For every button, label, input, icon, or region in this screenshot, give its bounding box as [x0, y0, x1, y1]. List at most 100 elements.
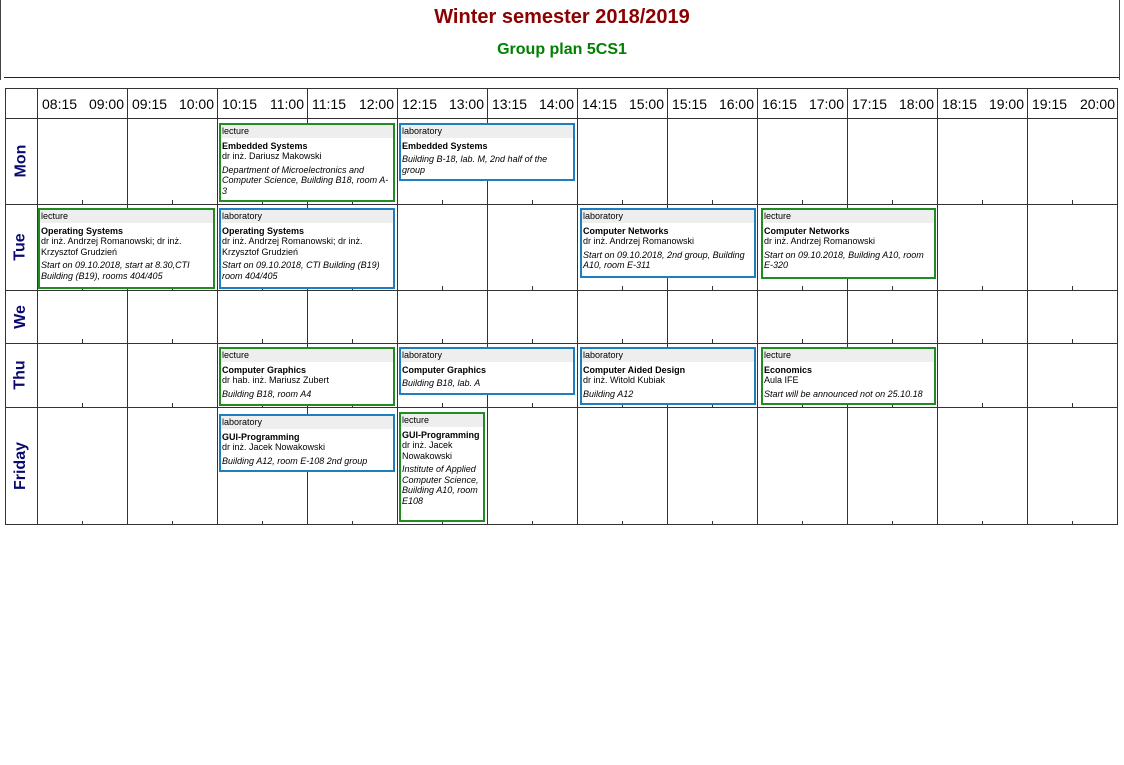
grid-tick — [622, 286, 623, 290]
event-card[interactable]: laboratory Computer Networks dr inż. Andrz… — [580, 208, 756, 278]
event-type: lecture — [221, 349, 393, 362]
day-label: We — [5, 290, 37, 343]
event-info: Start on 09.10.2018, start at 8.30,CTI B… — [41, 260, 190, 281]
event-card[interactable]: lecture Computer Networks dr inż. Andrzej … — [761, 208, 936, 279]
event-teacher: Aula IFE — [764, 375, 799, 385]
time-end: 19:00 — [988, 96, 1024, 112]
grid-tick — [802, 339, 803, 343]
column-divider — [757, 88, 758, 525]
time-end: 20:00 — [1079, 96, 1115, 112]
event-type: lecture — [401, 414, 483, 427]
event-subject: Computer Aided Design — [583, 364, 686, 375]
grid-tick — [982, 286, 983, 290]
grid-tick — [352, 521, 353, 525]
time-header: 12:15 13:00 — [397, 96, 487, 112]
event-teacher: dr inż. Andrzej Romanowski — [764, 236, 876, 246]
time-header: 09:15 10:00 — [127, 96, 217, 112]
event-card[interactable]: laboratory Embedded Systems Building B-18,… — [399, 123, 575, 181]
column-divider — [937, 88, 938, 525]
event-teacher: dr inż. Jacek Nowakowski — [402, 440, 453, 461]
grid-tick — [532, 339, 533, 343]
event-card[interactable]: laboratory Operating Systems dr inż. Andrz… — [219, 208, 395, 289]
event-card[interactable]: laboratory Computer Aided Design dr inż. W… — [580, 347, 756, 405]
time-start: 12:15 — [402, 96, 438, 112]
grid-tick — [82, 403, 83, 407]
grid-tick — [982, 403, 983, 407]
event-teacher: dr inż. Witold Kubiak — [583, 375, 666, 385]
row-divider — [5, 290, 1118, 291]
row-divider — [5, 407, 1118, 408]
time-end: 11:00 — [270, 96, 304, 112]
day-label: Friday — [5, 407, 37, 525]
event-info: Institute of Applied Computer Science, B… — [402, 464, 479, 506]
time-end: 14:00 — [538, 96, 574, 112]
column-divider — [217, 88, 218, 525]
grid-tick — [712, 200, 713, 204]
grid-tick — [82, 200, 83, 204]
time-end: 10:00 — [178, 96, 214, 112]
time-start: 19:15 — [1032, 96, 1068, 112]
event-subject: GUI-Programming — [402, 429, 480, 440]
time-header: 11:15 12:00 — [307, 96, 397, 112]
event-info: Start on 09.10.2018, Building A10, room … — [764, 249, 924, 271]
event-card[interactable]: lecture GUI-Programming dr inż. Jacek Nowa… — [399, 412, 485, 522]
column-divider — [847, 88, 848, 525]
time-end: 16:00 — [718, 96, 754, 112]
time-end: 09:00 — [88, 96, 124, 112]
event-info: Building B18, room A4 — [222, 388, 312, 399]
grid-tick — [352, 339, 353, 343]
time-header: 17:15 18:00 — [847, 96, 937, 112]
time-end: 12:00 — [358, 96, 394, 112]
event-card[interactable]: lecture Computer Graphics dr hab. inż. Mar… — [219, 347, 395, 406]
day-label-text: Friday — [12, 441, 30, 491]
time-header: 14:15 15:00 — [577, 96, 667, 112]
time-start: 15:15 — [672, 96, 708, 112]
event-card[interactable]: lecture Operating Systems dr inż. Andrzej … — [38, 208, 215, 289]
event-teacher: dr inż. Andrzej Romanowski; dr inż. Krzy… — [41, 236, 182, 257]
event-subject: Economics — [764, 364, 813, 375]
grid-tick — [982, 200, 983, 204]
event-type: laboratory — [221, 210, 393, 223]
grid-tick — [802, 286, 803, 290]
grid-tick — [892, 286, 893, 290]
grid-tick — [172, 521, 173, 525]
event-subject: Operating Systems — [222, 225, 305, 236]
event-subject: Computer Graphics — [222, 364, 307, 375]
column-divider — [1027, 88, 1028, 525]
event-type: lecture — [763, 210, 934, 223]
event-type: laboratory — [401, 349, 573, 362]
grid-tick — [172, 403, 173, 407]
header-divider — [4, 77, 1119, 78]
grid-tick — [442, 200, 443, 204]
event-subject: Computer Networks — [583, 225, 669, 236]
event-teacher: dr inż. Andrzej Romanowski; dr inż. Krzy… — [222, 236, 363, 257]
event-info: Building A12, room E-108 2nd group — [222, 455, 368, 466]
day-label: Tue — [5, 204, 37, 290]
event-subject: Computer Networks — [764, 225, 850, 236]
column-divider — [667, 88, 668, 525]
event-card[interactable]: lecture Embedded Systems dr inż. Dariusz M… — [219, 123, 395, 202]
event-type: lecture — [763, 349, 934, 362]
event-card[interactable]: lecture Economics Aula IFE Start will be an… — [761, 347, 936, 405]
grid-tick — [982, 521, 983, 525]
day-label-text: Mon — [12, 144, 29, 178]
day-label-text: Thu — [11, 360, 29, 390]
time-header: 10:15 11:00 — [217, 96, 307, 112]
row-divider — [5, 204, 1118, 205]
time-end: 13:00 — [448, 96, 484, 112]
grid-tick — [532, 200, 533, 204]
event-type: laboratory — [401, 125, 573, 138]
time-header: 08:15 09:00 — [37, 96, 127, 112]
time-start: 09:15 — [132, 96, 168, 112]
time-start: 13:15 — [492, 96, 528, 112]
day-label: Mon — [5, 118, 37, 204]
grid-tick — [712, 339, 713, 343]
event-subject: Embedded Systems — [222, 140, 308, 151]
grid-tick — [1072, 286, 1073, 290]
time-header: 15:15 16:00 — [667, 96, 757, 112]
event-info: Start on 09.10.2018, CTI Building (B19) … — [222, 260, 380, 281]
event-card[interactable]: laboratory GUI-Programming dr inż. Jacek N… — [219, 414, 395, 472]
event-card[interactable]: laboratory Computer Graphics Building B18,… — [399, 347, 575, 395]
grid-tick — [172, 339, 173, 343]
event-type: lecture — [40, 210, 213, 223]
